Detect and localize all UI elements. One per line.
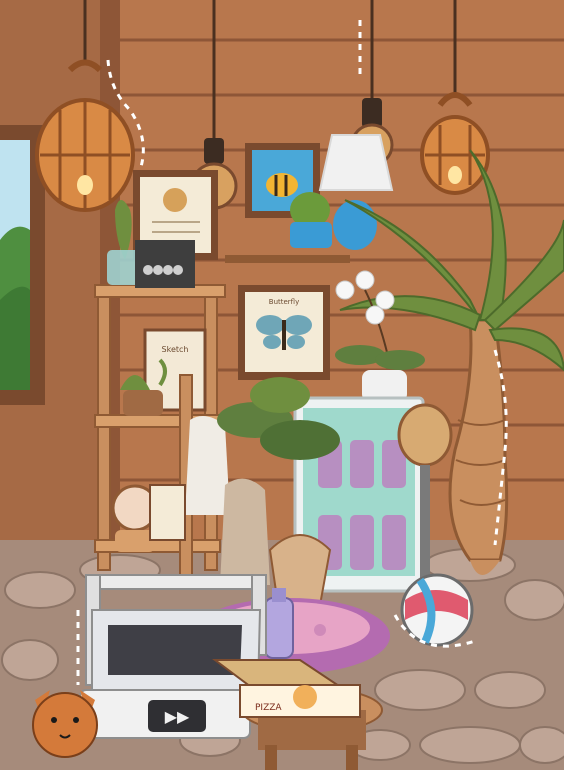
cat-icon[interactable] <box>32 690 98 758</box>
cactus-icon[interactable] <box>290 192 332 248</box>
bottle-icon[interactable] <box>264 588 294 659</box>
wall-shelf <box>225 255 350 263</box>
butterfly-icon <box>256 315 312 350</box>
newtons-cradle[interactable] <box>135 240 195 288</box>
cozy-room-scene: Sketch Butterfly ▶▶ PIZZA <box>0 0 564 770</box>
butterfly-poster[interactable]: Butterfly <box>238 285 330 380</box>
poster-caption: Butterfly <box>269 298 299 306</box>
book[interactable] <box>149 484 186 541</box>
svg-text:▶▶: ▶▶ <box>165 707 190 726</box>
pizza-box-label: PIZZA <box>255 703 282 713</box>
bee-icon <box>266 173 298 197</box>
note-text: Sketch <box>162 345 189 354</box>
treadmill-play-button[interactable]: ▶▶ <box>148 700 206 732</box>
